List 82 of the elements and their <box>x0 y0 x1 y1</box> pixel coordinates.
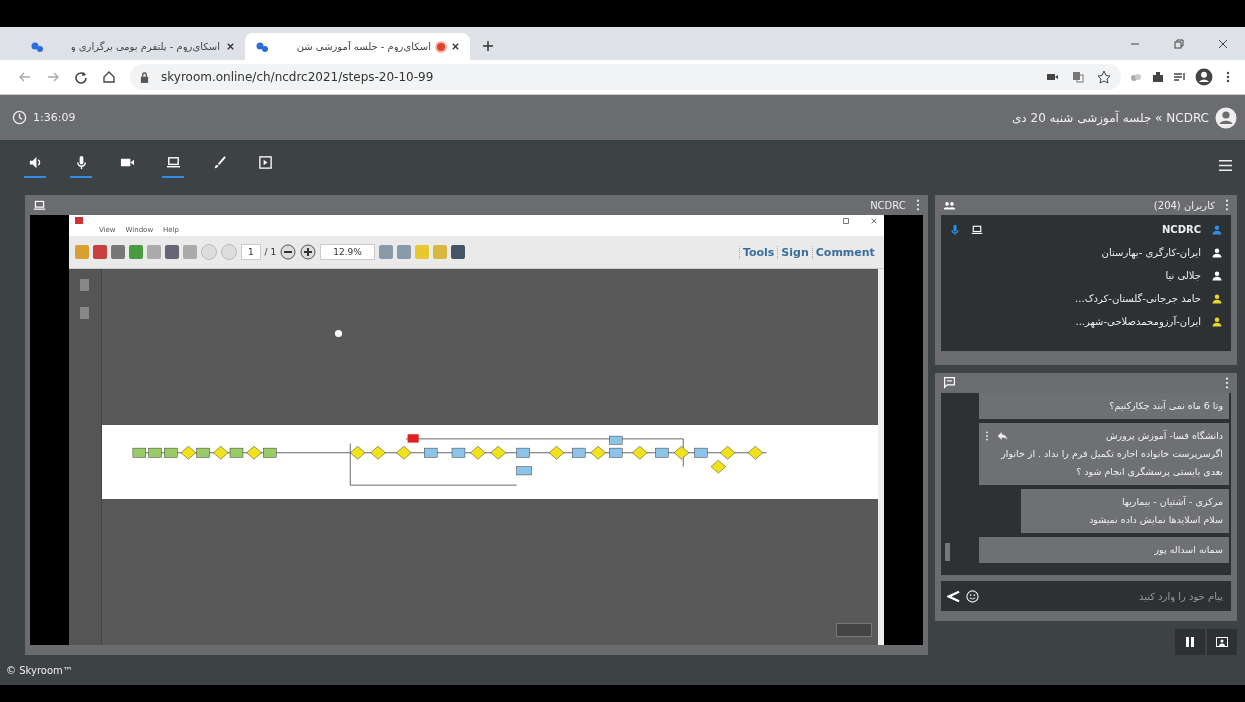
toolbar-icon <box>92 245 107 259</box>
more-icon[interactable] <box>985 430 989 441</box>
close-icon <box>869 216 878 225</box>
laptop-icon <box>33 198 46 212</box>
page-width-icon <box>396 245 411 259</box>
pause-icon <box>1183 635 1197 649</box>
more-icon[interactable] <box>1225 199 1229 211</box>
close-icon[interactable] <box>226 42 235 51</box>
copyright-text: © Skyroom™ <box>6 664 73 676</box>
more-icon[interactable] <box>915 199 920 211</box>
comment-icon <box>414 245 429 259</box>
sender-name: مرکزی - آشتیان - بیماریها <box>1121 494 1223 509</box>
message-text: وتا 6 ماه نمی آیند چکارکنیم؟ <box>1108 398 1223 414</box>
scrollbar[interactable] <box>944 542 950 561</box>
user-name[interactable]: ایران-کارگری -بهارستان <box>1101 247 1201 258</box>
address-bar[interactable]: skyroom.online/ch/ncdrc2021/steps-20-10-99 <box>130 64 1121 90</box>
play-icon <box>257 155 273 170</box>
clock-icon <box>12 110 27 125</box>
previous-page-icon <box>200 244 217 260</box>
message-text: اگرسرپرست خانواده اجازه تکمیل فرم را نداد . از خانوار بعدی بایستی پرسشگری انجام شود ؟ <box>1000 446 1223 479</box>
media-icon[interactable] <box>1173 70 1187 84</box>
speaker-icon <box>27 155 43 170</box>
laptop-icon <box>165 155 181 170</box>
browser-tab[interactable]: اسکای‌روم - جلسه آموزشی شن <box>245 33 470 60</box>
zoom-out-icon <box>280 244 297 260</box>
screen-icon <box>970 223 983 236</box>
expand-icon <box>450 245 465 259</box>
close-icon[interactable] <box>1217 38 1229 50</box>
reply-icon[interactable] <box>997 430 1008 441</box>
new-tab-icon[interactable] <box>482 40 494 52</box>
room-title: NCDRC » جلسه آموزشی شنبه 20 دی <box>1011 110 1209 125</box>
user-name[interactable]: جلالی نیا <box>1165 270 1201 281</box>
highlight-icon <box>432 245 447 259</box>
toolbar-icon <box>74 245 89 259</box>
site-logo-icon <box>30 40 44 53</box>
view-toggle-icon <box>835 623 872 637</box>
next-page-icon <box>220 244 237 260</box>
page-fit-icon <box>378 245 393 259</box>
chat-icon <box>942 376 956 390</box>
site-logo-icon <box>255 40 269 53</box>
message-text: سلام اسلایدها نمایش داده نمیشود <box>1088 512 1223 527</box>
user-name[interactable]: ایران-آرزومحمدصلاحی-شهر... <box>1075 316 1201 327</box>
toolbar-icon <box>164 245 179 259</box>
bookmark-icon <box>80 307 90 319</box>
lock-icon <box>140 71 149 83</box>
toolbar-icon <box>182 245 197 259</box>
close-icon[interactable] <box>451 42 460 51</box>
puzzle-icon[interactable] <box>1151 70 1165 84</box>
page-field: 1 <box>240 244 261 260</box>
sender-name: دانشگاه فسا- آموزش پرورش <box>1106 428 1223 443</box>
reload-icon[interactable] <box>74 70 88 84</box>
user-name[interactable]: حامد جرجانی-گلستان-کردک... <box>1075 293 1201 304</box>
page-count: / 1 <box>264 247 277 257</box>
pages-icon <box>80 279 90 291</box>
picture-button[interactable] <box>1207 629 1237 655</box>
zoom-in-icon <box>300 244 317 260</box>
toolbar-icon <box>110 245 125 259</box>
more-icon[interactable] <box>1225 376 1229 389</box>
cursor-icon <box>333 329 343 338</box>
profile-icon[interactable] <box>1195 68 1213 86</box>
translate-icon[interactable] <box>1071 70 1085 84</box>
sender-name: سمانه اسداله پور <box>1154 542 1223 557</box>
star-icon[interactable] <box>1097 70 1111 84</box>
toolbar-icon <box>128 245 143 259</box>
browser-tab[interactable]: اسکای‌روم - پلتفرم بومی برگزاری و <box>20 33 245 60</box>
panel-title: کاربران (204) <box>1153 199 1215 211</box>
message-input[interactable]: پیام خود را وارد کنید <box>984 581 1231 611</box>
person-picture-icon <box>1215 635 1229 649</box>
user-name[interactable]: NCDRC <box>1161 224 1201 235</box>
app-icon <box>74 217 83 224</box>
panel-title: NCDRC <box>870 199 906 211</box>
restore-icon[interactable] <box>1173 38 1185 50</box>
user-avatar-icon[interactable] <box>1215 106 1237 129</box>
restore-icon <box>841 216 850 225</box>
toolbar-icon <box>146 245 161 259</box>
send-icon[interactable] <box>946 589 960 603</box>
zoom-field: 12.9% <box>320 244 375 260</box>
session-timer: 1:36:09 <box>33 111 76 124</box>
menu-icon[interactable] <box>1218 158 1233 172</box>
home-icon[interactable] <box>102 70 116 84</box>
pause-button[interactable] <box>1175 629 1205 655</box>
emoji-icon[interactable] <box>965 589 979 603</box>
